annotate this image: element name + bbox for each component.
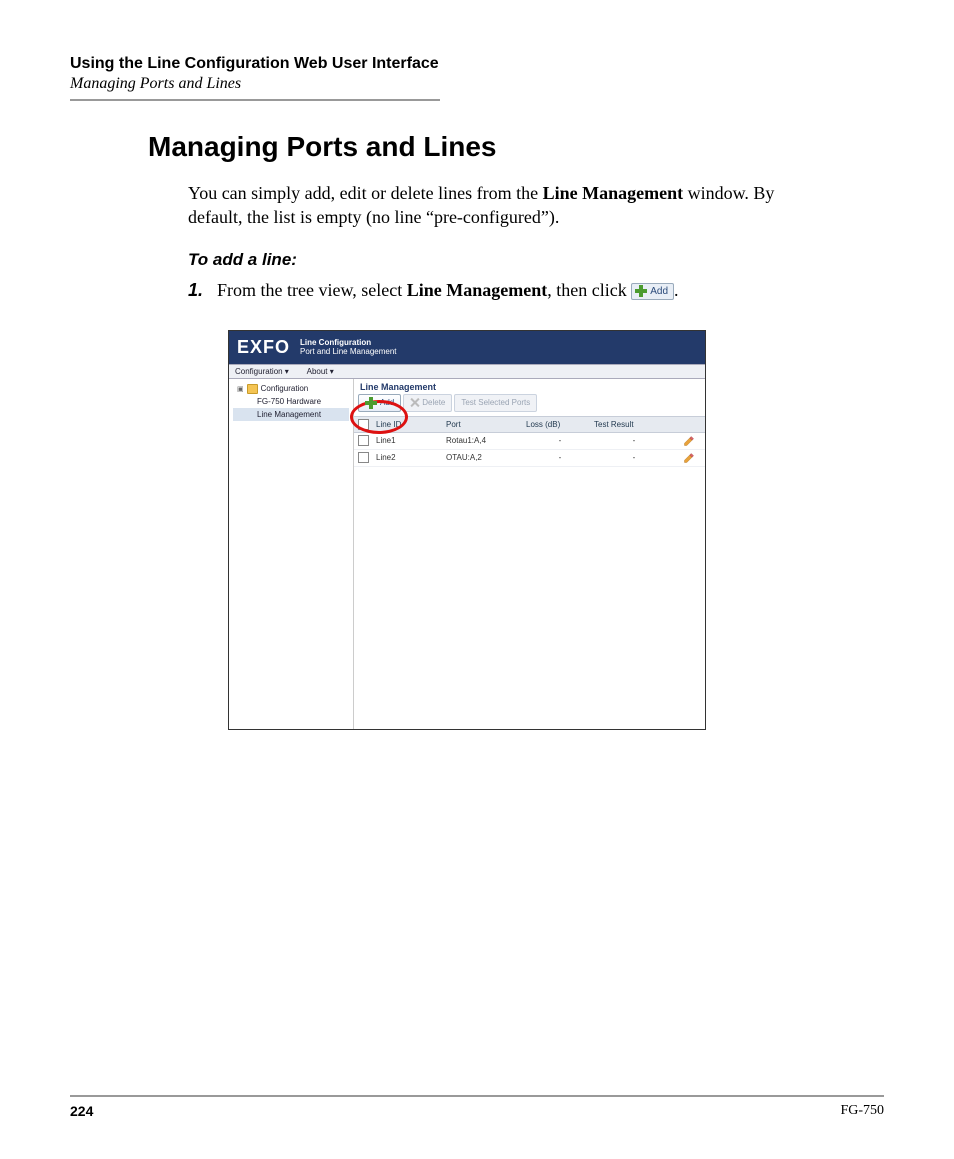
step-text-end: .: [674, 280, 679, 300]
row-checkbox[interactable]: [358, 435, 369, 446]
step-number: 1.: [188, 278, 203, 302]
procedure-subheading: To add a line:: [188, 250, 884, 270]
edit-pencil-icon[interactable]: [683, 435, 695, 447]
cell-port: Rotau1:A,4: [446, 436, 526, 445]
col-port: Port: [446, 420, 526, 429]
cell-lineid: Line1: [376, 436, 446, 445]
table-row: Line1 Rotau1:A,4 - -: [354, 433, 705, 450]
content-panel: Line Management Add Delete Test Selected…: [354, 379, 705, 729]
intro-bold: Line Management: [543, 183, 683, 203]
step-text-pre: From the tree view, select: [217, 280, 407, 300]
app-screenshot: EXFO Line Configuration Port and Line Ma…: [228, 330, 706, 730]
page-footer: 224 FG-750: [70, 1095, 884, 1119]
product-code: FG-750: [840, 1103, 884, 1119]
edit-pencil-icon[interactable]: [683, 452, 695, 464]
menu-configuration[interactable]: Configuration ▾: [235, 367, 289, 376]
step-text: From the tree view, select Line Manageme…: [217, 278, 679, 302]
app-title: Line Configuration: [300, 338, 397, 348]
app-menubar: Configuration ▾ About ▾: [229, 364, 705, 379]
tree-view: ▣ Configuration FG-750 Hardware Line Man…: [229, 379, 354, 729]
inline-add-button-graphic: Add: [631, 283, 674, 301]
cell-port: OTAU:A,2: [446, 453, 526, 462]
page-title: Managing Ports and Lines: [148, 131, 884, 163]
delete-x-icon: [410, 398, 419, 407]
panel-title: Line Management: [354, 379, 705, 394]
tree-item-hardware[interactable]: FG-750 Hardware: [233, 395, 349, 408]
step-text-mid: , then click: [547, 280, 631, 300]
cell-loss: -: [526, 453, 594, 462]
delete-button[interactable]: Delete: [403, 394, 452, 412]
col-lineid: Line ID: [376, 420, 446, 429]
step-1: 1. From the tree view, select Line Manag…: [188, 278, 824, 302]
grid-header: Line ID Port Loss (dB) Test Result: [354, 416, 705, 433]
intro-paragraph: You can simply add, edit or delete lines…: [188, 181, 824, 230]
inline-add-label: Add: [650, 285, 668, 299]
delete-button-label: Delete: [422, 398, 445, 407]
add-button-label: Add: [380, 398, 394, 407]
header-rule: [70, 99, 440, 101]
running-header-section: Managing Ports and Lines: [70, 75, 884, 93]
plus-icon: [635, 285, 647, 297]
running-header-chapter: Using the Line Configuration Web User In…: [70, 55, 884, 73]
row-checkbox[interactable]: [358, 452, 369, 463]
exfo-logo: EXFO: [237, 337, 290, 358]
test-button-label: Test Selected Ports: [461, 398, 530, 407]
cell-result: -: [594, 436, 674, 445]
page-number: 224: [70, 1103, 93, 1119]
tree-root-configuration[interactable]: ▣ Configuration: [233, 383, 349, 395]
col-result: Test Result: [594, 420, 674, 429]
app-subtitle: Port and Line Management: [300, 347, 397, 357]
cell-loss: -: [526, 436, 594, 445]
intro-pre: You can simply add, edit or delete lines…: [188, 183, 543, 203]
header-checkbox[interactable]: [358, 419, 369, 430]
cell-result: -: [594, 453, 674, 462]
col-loss: Loss (dB): [526, 420, 594, 429]
step-text-bold: Line Management: [407, 280, 547, 300]
folder-icon: [247, 384, 258, 394]
add-button[interactable]: Add: [358, 394, 401, 412]
panel-toolbar: Add Delete Test Selected Ports: [354, 394, 705, 416]
cell-lineid: Line2: [376, 453, 446, 462]
test-selected-button[interactable]: Test Selected Ports: [454, 394, 537, 412]
table-row: Line2 OTAU:A,2 - -: [354, 450, 705, 467]
app-banner: EXFO Line Configuration Port and Line Ma…: [229, 331, 705, 364]
tree-root-label: Configuration: [261, 384, 309, 393]
tree-item-line-management[interactable]: Line Management: [233, 408, 349, 421]
menu-about[interactable]: About ▾: [307, 367, 334, 376]
plus-icon: [365, 397, 377, 409]
